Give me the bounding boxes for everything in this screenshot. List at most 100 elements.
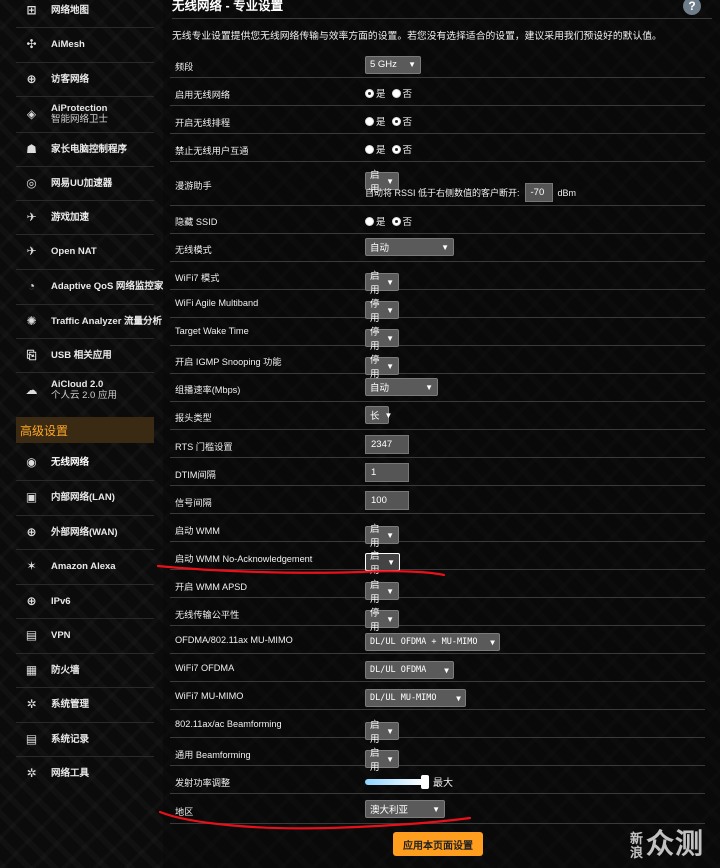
sidebar-item-wan[interactable]: ⊕ 外部网络(WAN) xyxy=(16,517,156,547)
divider xyxy=(16,372,154,373)
sidebar-item-usb[interactable]: ⎘ USB 相关应用 xyxy=(16,340,156,370)
schedule-radio-no[interactable] xyxy=(391,116,401,126)
label-wireless-mode: 无线模式 xyxy=(175,245,212,255)
network-map-icon: ⊞ xyxy=(26,3,37,17)
label-beamforming: 通用 Beamforming xyxy=(175,750,251,760)
mumimo-select[interactable]: DL/UL OFDMA + MU-MIMO ▼ xyxy=(365,633,500,651)
hide-ssid-radio-yes[interactable] xyxy=(365,216,374,226)
sidebar-item-network-map[interactable]: ⊞ 网络地图 xyxy=(16,0,156,25)
wifi7-mumimo-select[interactable]: DL/UL MU-MIMO ▼ xyxy=(365,689,466,707)
chevron-down-icon: ▼ xyxy=(384,410,393,420)
sidebar-item-system-log[interactable]: ▤ 系统记录 xyxy=(16,724,156,754)
sidebar-item-guest-network[interactable]: ⊕ 访客网络 xyxy=(16,64,156,94)
apply-button[interactable]: 应用本页面设置 xyxy=(393,832,483,856)
preamble-select[interactable]: 长 ▼ xyxy=(365,406,392,424)
enable-radio-no[interactable] xyxy=(391,88,401,98)
usb-icon: ⎘ xyxy=(26,347,37,362)
label-wmm-apsd: 开启 WMM APSD xyxy=(175,582,247,592)
sidebar-item-label: USB 相关应用 xyxy=(51,349,112,361)
sidebar-item-label: 网易UU加速器 xyxy=(51,177,113,189)
sidebar-item-administration[interactable]: ✲ 系统管理 xyxy=(16,689,156,719)
dtim-input[interactable]: 1 xyxy=(365,463,409,482)
tx-power-slider[interactable] xyxy=(365,774,429,789)
section-header-advanced: 高级设置 xyxy=(16,417,154,443)
chevron-down-icon: ▼ xyxy=(444,665,449,675)
firewall-icon: ▦ xyxy=(25,663,38,677)
igmp-select[interactable]: 停用 ▼ xyxy=(365,355,399,380)
row-isolation: 禁止无线用户互通 是 否 xyxy=(170,134,705,162)
watermark-small: 新浪 xyxy=(630,830,645,860)
sidebar-item-game-boost[interactable]: ✈ 游戏加速 xyxy=(16,202,156,232)
schedule-radio-yes[interactable] xyxy=(365,116,374,126)
divider xyxy=(16,756,154,757)
label-enable-radio: 启用无线网络 xyxy=(175,90,231,100)
enable-radio-yes[interactable] xyxy=(365,88,374,98)
sidebar-item-aicloud[interactable]: ☁ AiCloud 2.0 个人云 2.0 应用 xyxy=(16,374,156,406)
vpn-icon: ▤ xyxy=(25,628,38,642)
sidebar-item-lan[interactable]: ▣ 内部网络(LAN) xyxy=(16,482,156,512)
divider xyxy=(16,480,154,481)
label-ofdma-mumimo: OFDMA/802.11ax MU-MIMO xyxy=(175,635,293,645)
mesh-icon: ✣ xyxy=(26,37,37,51)
sidebar-item-network-tools[interactable]: ✲ 网络工具 xyxy=(16,758,156,788)
traffic-analyzer-icon: ✺ xyxy=(26,314,37,328)
divider xyxy=(16,234,154,235)
sidebar-item-uu-accelerator[interactable]: ◎ 网易UU加速器 xyxy=(16,168,156,198)
slider-handle[interactable] xyxy=(421,774,429,789)
label-beacon-interval: 信号间隔 xyxy=(175,498,212,508)
agile-multiband-select[interactable]: 停用 ▼ xyxy=(365,299,399,324)
divider xyxy=(16,304,154,305)
sidebar-item-open-nat[interactable]: ✈ Open NAT xyxy=(16,236,156,266)
sidebar-item-label: 外部网络(WAN) xyxy=(51,526,118,538)
twt-select[interactable]: 停用 ▼ xyxy=(365,327,399,352)
row-ofdma-mumimo: OFDMA/802.11ax MU-MIMO DL/UL OFDMA + MU-… xyxy=(170,626,705,654)
sidebar-item-traffic-analyzer[interactable]: ✺ Traffic Analyzer 流量分析 xyxy=(16,306,162,336)
sidebar-item-wireless[interactable]: ◉ 无线网络 xyxy=(16,447,156,477)
hide-ssid-radio-no[interactable] xyxy=(391,216,401,226)
row-multicast-rate: 组播速率(Mbps) 自动 ▼ xyxy=(170,374,705,402)
sidebar-item-label: 网络地图 xyxy=(51,4,90,16)
multicast-rate-select[interactable]: 自动 ▼ xyxy=(365,378,438,396)
rts-input[interactable]: 2347 xyxy=(365,435,409,454)
chevron-down-icon: ▼ xyxy=(386,614,394,624)
ipv6-icon: ⊕ xyxy=(26,594,37,608)
sidebar-item-label: AiCloud 2.0 xyxy=(51,379,104,390)
isolation-radio-yes[interactable] xyxy=(365,144,374,154)
row-target-wake-time: Target Wake Time 停用 ▼ xyxy=(170,318,705,352)
sidebar-item-alexa[interactable]: ✶ Amazon Alexa xyxy=(16,551,156,581)
label-dtim: DTIM间隔 xyxy=(175,470,216,480)
sidebar-item-aimesh[interactable]: ✣ AiMesh xyxy=(16,29,156,59)
chevron-down-icon: ▼ xyxy=(441,242,449,252)
rssi-input[interactable]: -70 xyxy=(524,183,553,202)
isolation-radio-no[interactable] xyxy=(391,144,401,154)
label-wifi7-mode: WiFi7 模式 xyxy=(175,273,220,283)
sidebar-item-label: 防火墙 xyxy=(51,664,80,676)
label-preamble: 报头类型 xyxy=(175,413,212,423)
parental-control-icon: ☗ xyxy=(26,142,37,156)
divider xyxy=(16,653,154,654)
divider xyxy=(16,166,154,167)
label-beamforming-ax: 802.11ax/ac Beamforming xyxy=(175,719,282,729)
sidebar: ⊞ 网络地图 ✣ AiMesh ⊕ 访客网络 ◈ AiProtection 智能网… xyxy=(0,0,164,868)
divider xyxy=(16,722,154,723)
beacon-input[interactable]: 100 xyxy=(365,491,409,510)
label-wmm: 启动 WMM xyxy=(175,526,220,536)
rssi-description: 自动将 RSSI 低于右侧数值的客户断开: xyxy=(365,188,520,198)
chevron-down-icon: ▼ xyxy=(386,361,394,371)
divider xyxy=(16,549,154,550)
wireless-mode-select[interactable]: 自动 ▼ xyxy=(365,238,454,256)
band-select[interactable]: 5 GHz ▼ xyxy=(365,55,421,74)
sidebar-item-parental-control[interactable]: ☗ 家长电脑控制程序 xyxy=(16,134,156,164)
region-select[interactable]: 澳大利亚 ▼ xyxy=(365,800,445,818)
sidebar-item-vpn[interactable]: ▤ VPN xyxy=(16,620,156,650)
row-roaming: 漫游助手 启用 ▼ 自动将 RSSI 低于右侧数值的客户断开: -70 dBm xyxy=(170,162,705,206)
row-wmm-apsd: 开启 WMM APSD 启用 ▼ xyxy=(170,570,705,605)
wmm-noack-select[interactable]: 启用 ▼ xyxy=(365,551,400,576)
sidebar-item-firewall[interactable]: ▦ 防火墙 xyxy=(16,655,156,685)
divider xyxy=(16,27,154,28)
sidebar-item-adaptive-qos[interactable]: ◔ Adaptive QoS 网络监控家 xyxy=(16,271,164,301)
wifi7-ofdma-select[interactable]: DL/UL OFDMA ▼ xyxy=(365,661,454,679)
wifi7-mode-select[interactable]: 启用 ▼ xyxy=(365,271,399,296)
sidebar-item-ipv6[interactable]: ⊕ IPv6 xyxy=(16,586,156,616)
sidebar-item-aiprotection[interactable]: ◈ AiProtection 智能网络卫士 xyxy=(16,98,156,130)
